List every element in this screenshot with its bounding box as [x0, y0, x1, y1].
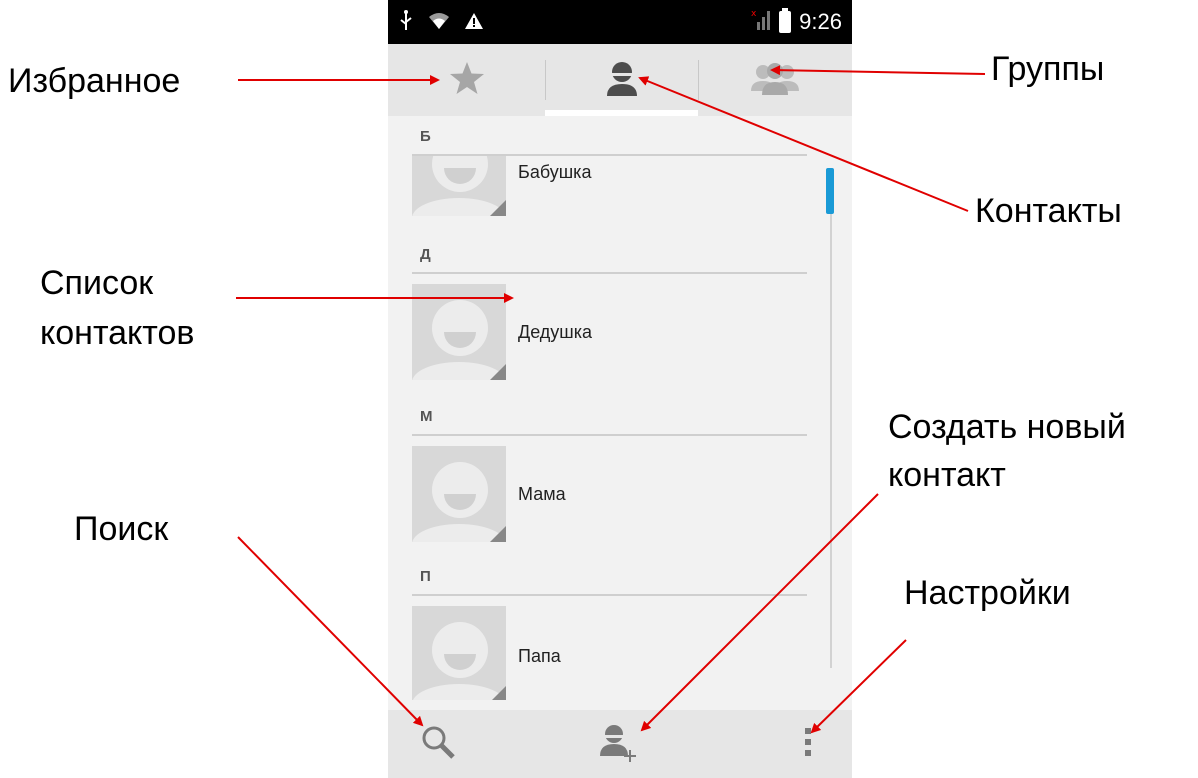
arrow-contacts: [638, 76, 969, 212]
arrow-settings: [810, 639, 907, 734]
label-contact-list-line2: контактов: [40, 314, 195, 352]
label-groups: Группы: [991, 50, 1105, 88]
arrow-search: [237, 536, 424, 727]
arrow-create-contact: [640, 493, 879, 732]
label-create-line2: контакт: [888, 456, 1006, 494]
label-search: Поиск: [74, 510, 169, 548]
label-create-line1: Создать новый: [888, 408, 1126, 446]
label-contact-list-line1: Список: [40, 264, 154, 302]
label-favorites: Избранное: [8, 62, 181, 100]
annotation-arrows: [236, 65, 986, 734]
label-settings: Настройки: [904, 574, 1071, 612]
arrow-groups: [770, 65, 986, 76]
label-contacts: Контакты: [975, 192, 1122, 230]
